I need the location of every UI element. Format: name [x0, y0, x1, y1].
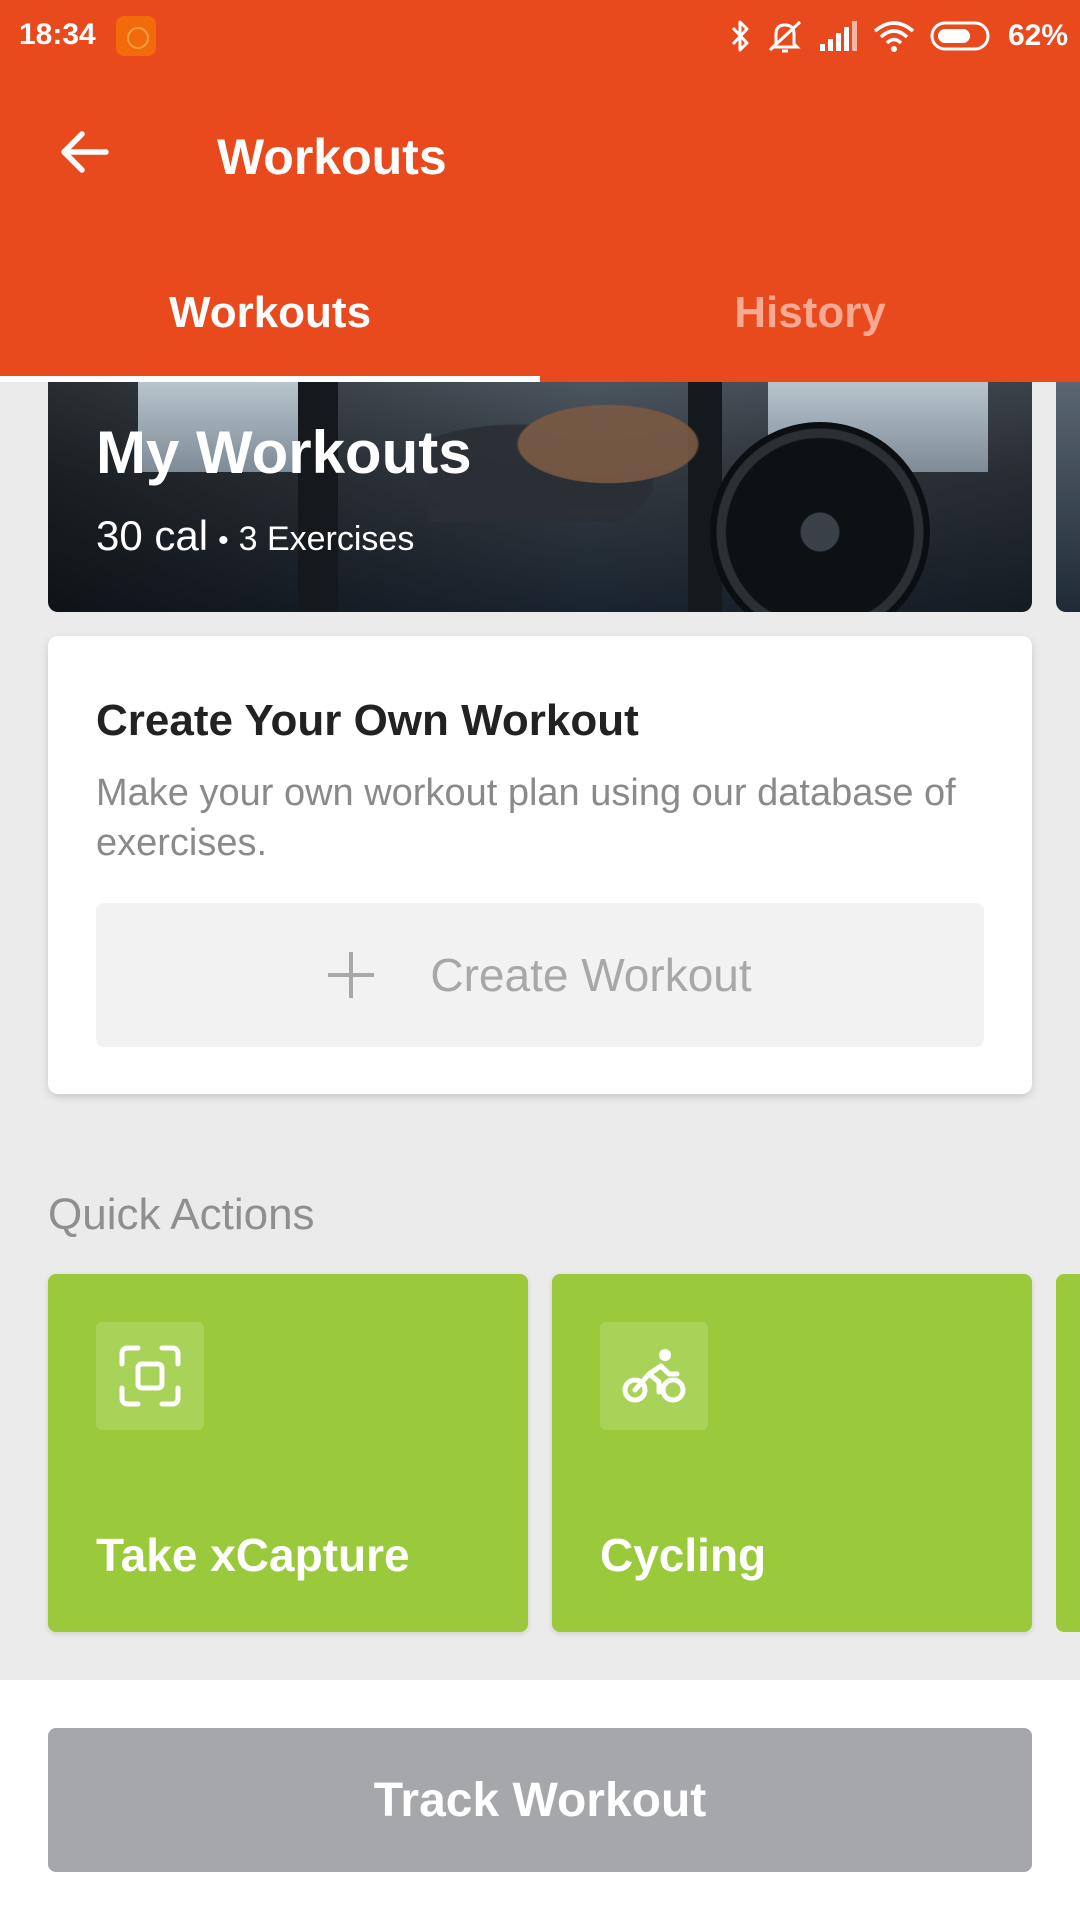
create-workout-card: Create Your Own Workout Make your own wo… [48, 636, 1032, 1094]
quick-action-label: Cycling [600, 1529, 767, 1581]
arrow-left-icon [61, 131, 109, 173]
status-time: 18:34 [19, 18, 96, 51]
page-title: Workouts [217, 129, 447, 185]
status-bar: 18:34 62% [0, 0, 1080, 72]
hero-exercises: 3 Exercises [238, 520, 415, 558]
hero-separator: • [218, 524, 229, 557]
mute-icon [768, 20, 801, 53]
bottom-bar: Track Workout [0, 1680, 1080, 1920]
my-workouts-card[interactable]: My Workouts 30 cal • 3 Exercises [48, 382, 1032, 612]
workout-photo-person [428, 392, 728, 522]
signal-icon [819, 21, 857, 51]
tab-history[interactable]: History [540, 244, 1080, 382]
tab-bar: Workouts History [0, 244, 1080, 382]
create-card-title: Create Your Own Workout [96, 696, 639, 745]
back-button[interactable] [44, 112, 124, 192]
app-bar: 18:34 62% Workouts Workouts History [0, 0, 1080, 382]
track-workout-button[interactable]: Track Workout [48, 1728, 1032, 1872]
hero-calories: 30 cal [96, 512, 209, 559]
battery-percentage: 62% [1007, 19, 1068, 52]
status-icons: 62% [730, 14, 1068, 58]
tab-workouts[interactable]: Workouts [0, 244, 540, 382]
quick-action-peek[interactable] [1056, 1274, 1080, 1632]
quick-action-label: Take xCapture [96, 1529, 410, 1581]
bluetooth-icon [731, 20, 749, 52]
scan-capture-icon [96, 1322, 204, 1430]
create-workout-button[interactable]: Create Workout [96, 903, 984, 1047]
quick-action-xcapture[interactable]: Take xCapture [48, 1274, 528, 1632]
battery-icon [930, 21, 990, 51]
background-image-detail [298, 382, 338, 612]
plus-icon [328, 952, 375, 998]
cycling-icon [600, 1322, 708, 1430]
app-notification-icon [116, 16, 156, 56]
toolbar: Workouts [0, 72, 1080, 244]
next-workout-card-peek[interactable] [1056, 382, 1080, 612]
hero-meta: 30 cal • 3 Exercises [96, 512, 414, 560]
quick-action-cycling[interactable]: Cycling [552, 1274, 1032, 1632]
create-workout-label: Create Workout [430, 949, 752, 1001]
quick-actions-heading: Quick Actions [48, 1190, 315, 1239]
create-card-description: Make your own workout plan using our dat… [96, 772, 956, 864]
wifi-icon [873, 21, 915, 52]
hero-title: My Workouts [96, 419, 472, 486]
